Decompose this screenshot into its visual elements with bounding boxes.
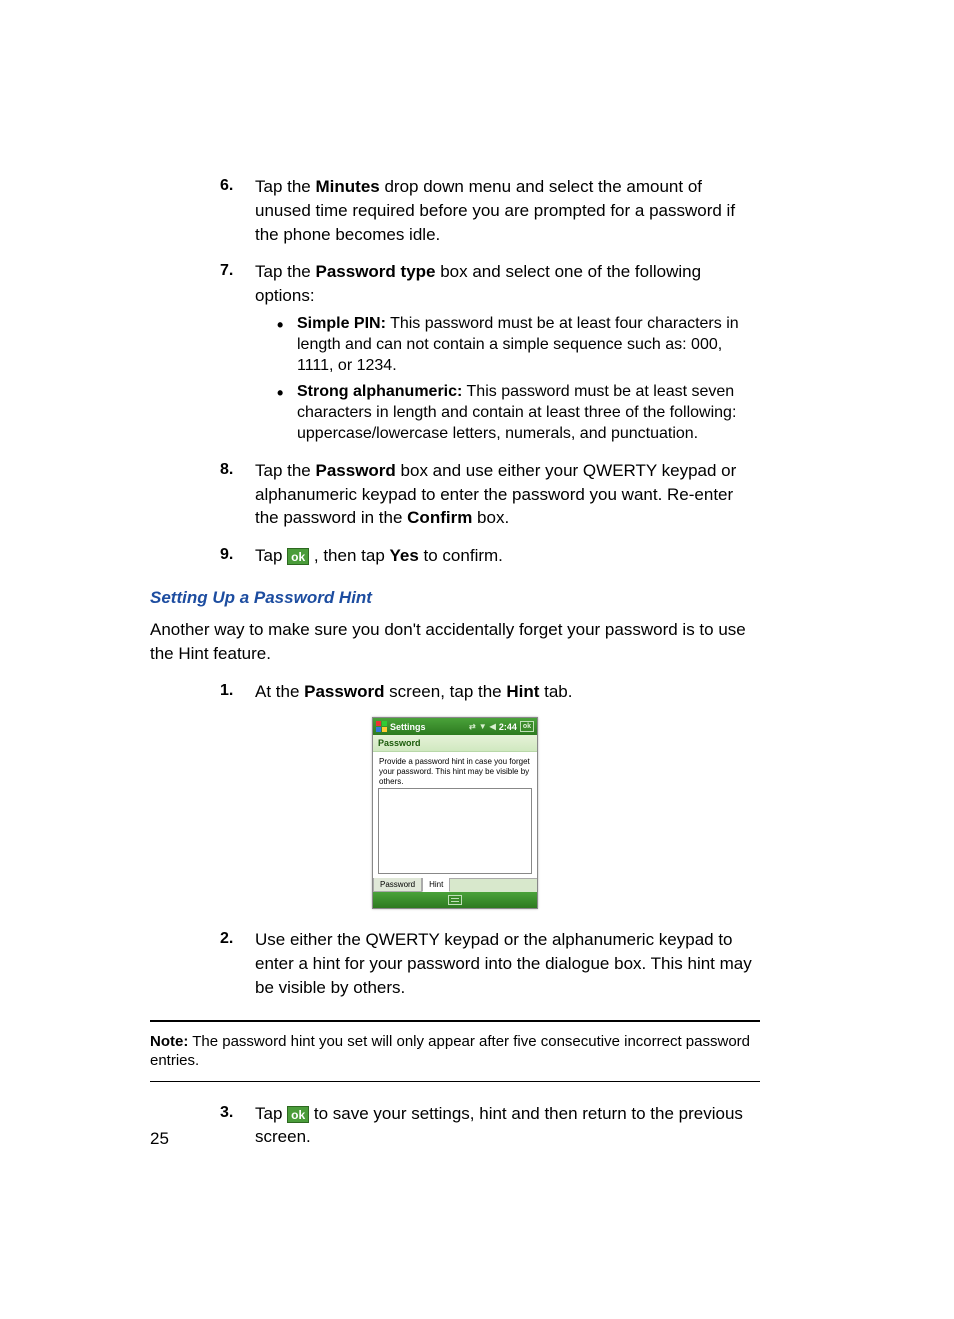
- ok-button-icon: ok: [287, 1106, 309, 1123]
- step-7: 7. Tap the Password type box and select …: [150, 260, 760, 444]
- wm-subheader: Password: [373, 735, 537, 752]
- wm-title: Settings: [390, 722, 426, 732]
- wm-time: 2:44: [499, 722, 517, 732]
- ordered-list-hint-final: 3. Tap ok to save your settings, hint an…: [150, 1102, 760, 1150]
- hint-step-2: 2. Use either the QWERTY keypad or the a…: [150, 928, 760, 999]
- wm-hint-textarea[interactable]: [378, 788, 532, 874]
- wm-tabs: Password Hint: [373, 878, 537, 892]
- wm-ok-button[interactable]: ok: [520, 721, 534, 732]
- wm-instruction-text: Provide a password hint in case you forg…: [373, 752, 537, 788]
- step-text: Tap the Password box and use either your…: [255, 461, 736, 528]
- step-number: 7.: [220, 260, 233, 282]
- bullet-list: Simple PIN: This password must be at lea…: [255, 314, 760, 445]
- step-9: 9. Tap ok , then tap Yes to confirm.: [150, 544, 760, 568]
- note-block: Note: The password hint you set will onl…: [150, 1032, 760, 1071]
- ordered-list-hint: 1. At the Password screen, tap the Hint …: [150, 680, 760, 704]
- note-text: The password hint you set will only appe…: [150, 1033, 750, 1070]
- step-number: 6.: [220, 175, 233, 197]
- volume-icon: ◀: [490, 722, 496, 731]
- keyboard-icon[interactable]: [448, 895, 462, 905]
- step-text: Tap ok , then tap Yes to confirm.: [255, 546, 503, 565]
- wm-tab-hint[interactable]: Hint: [422, 878, 450, 892]
- step-number: 3.: [220, 1102, 233, 1124]
- step-text: Use either the QWERTY keypad or the alph…: [255, 930, 752, 997]
- embedded-screenshot: Settings ⇄ ▼ ◀ 2:44 ok Password Provide …: [150, 717, 760, 910]
- wm-tab-password[interactable]: Password: [373, 878, 422, 892]
- document-content: 6. Tap the Minutes drop down menu and se…: [150, 175, 760, 1149]
- step-number: 9.: [220, 544, 233, 566]
- windows-flag-icon: [376, 721, 387, 732]
- section-heading-password-hint: Setting Up a Password Hint: [150, 588, 760, 608]
- step-text: Tap the Minutes drop down menu and selec…: [255, 177, 735, 244]
- step-text: Tap ok to save your settings, hint and t…: [255, 1104, 743, 1147]
- windows-mobile-screen: Settings ⇄ ▼ ◀ 2:44 ok Password Provide …: [372, 717, 538, 909]
- bullet-strong-alpha: Strong alphanumeric: This password must …: [255, 382, 760, 444]
- step-6: 6. Tap the Minutes drop down menu and se…: [150, 175, 760, 246]
- hint-step-3: 3. Tap ok to save your settings, hint an…: [150, 1102, 760, 1150]
- page-number: 25: [150, 1129, 169, 1149]
- wm-bottombar: [373, 892, 537, 908]
- bullet-simple-pin: Simple PIN: This password must be at lea…: [255, 314, 760, 376]
- hint-step-1: 1. At the Password screen, tap the Hint …: [150, 680, 760, 704]
- ordered-list-main: 6. Tap the Minutes drop down menu and se…: [150, 175, 760, 568]
- step-8: 8. Tap the Password box and use either y…: [150, 459, 760, 530]
- divider-top: [150, 1020, 760, 1022]
- note-label: Note:: [150, 1033, 188, 1050]
- divider-bottom: [150, 1081, 760, 1082]
- intro-paragraph: Another way to make sure you don't accid…: [150, 618, 760, 666]
- ok-button-icon: ok: [287, 548, 309, 565]
- step-number: 1.: [220, 680, 233, 702]
- step-number: 8.: [220, 459, 233, 481]
- wm-titlebar: Settings ⇄ ▼ ◀ 2:44 ok: [373, 718, 537, 735]
- ordered-list-hint-cont: 2. Use either the QWERTY keypad or the a…: [150, 928, 760, 999]
- connectivity-icon: ⇄: [469, 722, 476, 731]
- step-text: Tap the Password type box and select one…: [255, 262, 701, 305]
- step-text: At the Password screen, tap the Hint tab…: [255, 682, 573, 701]
- step-number: 2.: [220, 928, 233, 950]
- signal-icon: ▼: [479, 722, 487, 731]
